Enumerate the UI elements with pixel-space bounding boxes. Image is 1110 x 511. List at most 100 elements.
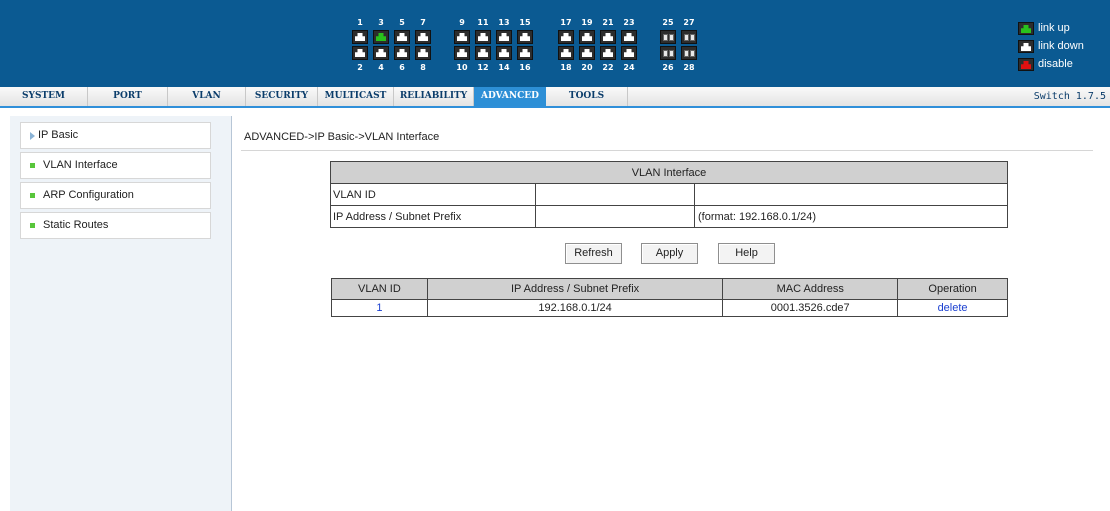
port-number-label: 10: [456, 63, 468, 72]
port-number-label: 6: [399, 63, 405, 72]
triangle-right-icon: [30, 132, 35, 140]
port-down-icon[interactable]: [454, 46, 470, 60]
port-down-icon[interactable]: [415, 46, 431, 60]
port-down-icon[interactable]: [352, 46, 368, 60]
sidebar: IP Basic VLAN Interface ARP Configuratio…: [10, 116, 232, 511]
port-number-label: 26: [662, 63, 674, 72]
port-number-label: 2: [357, 63, 363, 72]
header-bar: 1 2 3 4 5 6 7 8 9 10 11 12 13 14 15 16 17 18 19 20 21 22 23 24 2…: [0, 0, 1110, 87]
port-number-label: 24: [623, 63, 635, 72]
col-mac-address: MAC Address: [722, 278, 899, 300]
sfp-port-icon[interactable]: [681, 30, 697, 44]
port-down-icon[interactable]: [496, 30, 512, 44]
sfp-port-icon[interactable]: [681, 46, 697, 60]
col-operation: Operation: [897, 278, 1008, 300]
delete-link[interactable]: delete: [897, 299, 1008, 317]
menu-advanced[interactable]: ADVANCED: [474, 87, 546, 106]
port-down-icon[interactable]: [621, 46, 637, 60]
vlan-id-link[interactable]: 1: [331, 299, 428, 317]
menu-tools[interactable]: TOOLS: [546, 87, 628, 106]
port-number-label: 25: [662, 18, 674, 27]
ip-address-label: IP Address / Subnet Prefix: [330, 205, 536, 228]
sidebar-item-static-routes[interactable]: Static Routes: [20, 212, 211, 239]
form-title: VLAN Interface: [330, 161, 1008, 184]
table-row: 1 192.168.0.1/24 0001.3526.cde7 delete: [331, 299, 1008, 317]
port-number-label: 3: [378, 18, 384, 27]
menu-reliability[interactable]: RELIABILITY: [394, 87, 474, 106]
port-number-label: 21: [602, 18, 614, 27]
legend-link-up: link up: [1018, 22, 1108, 36]
sidebar-item-label: ARP Configuration: [43, 189, 134, 201]
legend-disable-label: disable: [1038, 58, 1073, 70]
legend-disable: disable: [1018, 58, 1108, 72]
port-number-label: 9: [459, 18, 465, 27]
vlan-interface-form: VLAN Interface VLAN ID IP Address / Subn…: [330, 161, 1008, 228]
sfp-port-icon[interactable]: [660, 46, 676, 60]
menu-multicast[interactable]: MULTICAST: [318, 87, 394, 106]
sidebar-item-label: IP Basic: [38, 129, 79, 141]
port-down-icon[interactable]: [600, 30, 616, 44]
port-number-label: 23: [623, 18, 635, 27]
port-down-icon[interactable]: [496, 46, 512, 60]
port-number-label: 27: [683, 18, 695, 27]
port-number-label: 16: [519, 63, 531, 72]
port-down-icon[interactable]: [558, 30, 574, 44]
port-down-icon[interactable]: [517, 46, 533, 60]
port-down-icon[interactable]: [517, 30, 533, 44]
port-number-label: 28: [683, 63, 695, 72]
port-number-label: 11: [477, 18, 489, 27]
port-number-label: 1: [357, 18, 363, 27]
port-down-icon[interactable]: [579, 30, 595, 44]
port-number-label: 7: [420, 18, 426, 27]
port-down-icon[interactable]: [415, 30, 431, 44]
port-number-label: 12: [477, 63, 489, 72]
sidebar-item-label: VLAN Interface: [43, 159, 118, 171]
divider: [241, 150, 1093, 151]
port-number-label: 15: [519, 18, 531, 27]
port-number-label: 14: [498, 63, 510, 72]
menu-bar: SYSTEM PORT VLAN SECURITY MULTICAST RELI…: [0, 87, 1110, 108]
ip-address-cell: 192.168.0.1/24: [426, 299, 724, 317]
refresh-button[interactable]: Refresh: [565, 243, 622, 264]
ip-format-hint: (format: 192.168.0.1/24): [694, 205, 1008, 228]
port-down-icon[interactable]: [558, 46, 574, 60]
vlan-id-label: VLAN ID: [330, 183, 536, 206]
mac-address-cell: 0001.3526.cde7: [722, 299, 899, 317]
port-down-icon[interactable]: [600, 46, 616, 60]
menu-port[interactable]: PORT: [88, 87, 168, 106]
table-header-row: VLAN ID IP Address / Subnet Prefix MAC A…: [331, 278, 1008, 300]
vlan-id-input[interactable]: [536, 184, 694, 205]
port-down-icon[interactable]: [394, 30, 410, 44]
port-number-label: 20: [581, 63, 593, 72]
port-down-icon[interactable]: [475, 30, 491, 44]
port-down-icon[interactable]: [394, 46, 410, 60]
sidebar-item-vlan-interface[interactable]: VLAN Interface: [20, 152, 211, 179]
port-number-label: 8: [420, 63, 426, 72]
menu-system[interactable]: SYSTEM: [0, 87, 88, 106]
vlan-interface-table: VLAN ID IP Address / Subnet Prefix MAC A…: [331, 278, 1008, 317]
col-vlan-id: VLAN ID: [331, 278, 428, 300]
port-down-icon[interactable]: [475, 46, 491, 60]
help-button[interactable]: Help: [718, 243, 775, 264]
port-down-icon[interactable]: [352, 30, 368, 44]
port-down-icon[interactable]: [454, 30, 470, 44]
port-number-label: 13: [498, 18, 510, 27]
sidebar-item-label: Static Routes: [43, 219, 109, 231]
sfp-port-icon[interactable]: [660, 30, 676, 44]
port-number-label: 18: [560, 63, 572, 72]
apply-button[interactable]: Apply: [641, 243, 698, 264]
sidebar-item-ip-basic[interactable]: IP Basic: [20, 122, 211, 149]
port-down-icon[interactable]: [579, 46, 595, 60]
green-square-icon: [30, 193, 35, 198]
menu-vlan[interactable]: VLAN: [168, 87, 246, 106]
port-up-icon[interactable]: [373, 30, 389, 44]
port-number-label: 4: [378, 63, 384, 72]
port-down-icon: [1018, 40, 1034, 53]
sidebar-item-arp-configuration[interactable]: ARP Configuration: [20, 182, 211, 209]
ip-address-input[interactable]: [536, 206, 694, 227]
menu-security[interactable]: SECURITY: [246, 87, 318, 106]
port-down-icon[interactable]: [373, 46, 389, 60]
port-down-icon[interactable]: [621, 30, 637, 44]
legend-link-up-label: link up: [1038, 22, 1070, 34]
green-square-icon: [30, 163, 35, 168]
